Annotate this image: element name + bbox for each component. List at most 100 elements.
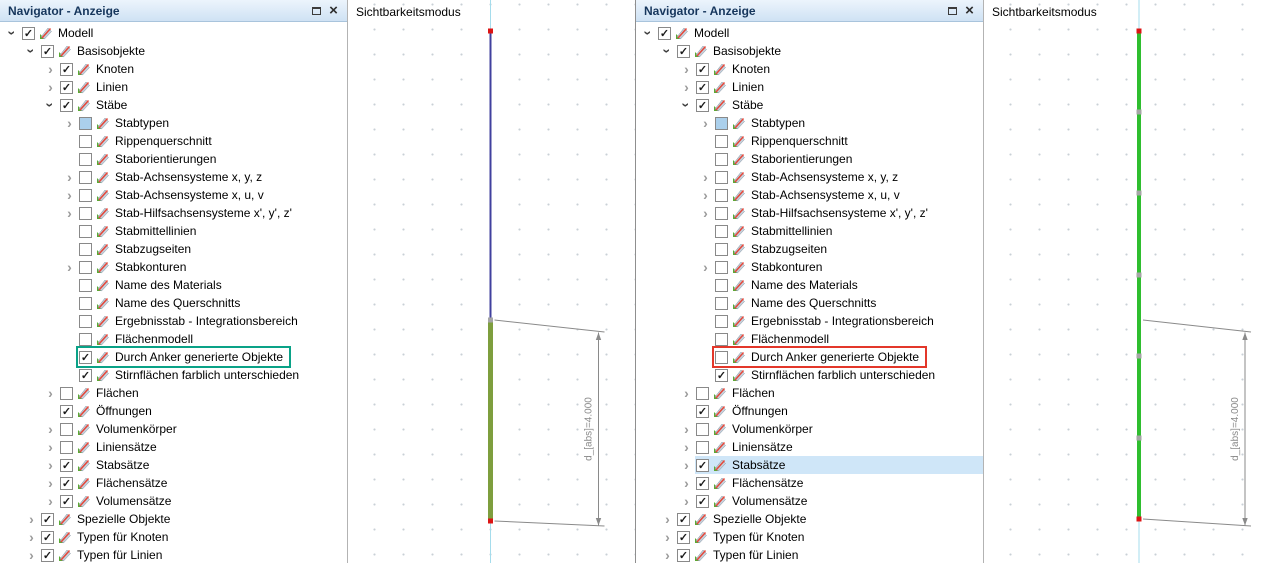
visibility-checkbox[interactable] xyxy=(696,386,709,400)
tree-item-label[interactable]: Typen für Linien xyxy=(713,548,798,562)
junction-node-marker[interactable] xyxy=(488,317,493,323)
expand-chevron-icon[interactable]: › xyxy=(697,187,714,203)
visibility-checkbox[interactable]: ✓ xyxy=(696,494,709,508)
visibility-checkbox[interactable] xyxy=(696,422,709,436)
expand-chevron-icon[interactable]: › xyxy=(23,529,40,545)
tree-item-label[interactable]: Name des Materials xyxy=(115,278,222,292)
visibility-checkbox[interactable] xyxy=(715,188,728,202)
tree-item-label[interactable]: Stabzugseiten xyxy=(115,242,191,256)
tree-item-label[interactable]: Knoten xyxy=(732,62,770,76)
visibility-checkbox[interactable]: ✓ xyxy=(696,80,709,94)
collapse-chevron-icon[interactable]: › xyxy=(679,97,695,114)
tree-item-label[interactable]: Volumenkörper xyxy=(96,422,177,436)
visibility-checkbox[interactable]: ✓ xyxy=(41,44,54,58)
expand-chevron-icon[interactable]: › xyxy=(61,115,78,131)
visibility-checkbox[interactable] xyxy=(79,170,92,184)
tree-item-label[interactable]: Stab-Hilfsachsensysteme x', y', z' xyxy=(115,206,292,220)
expand-chevron-icon[interactable]: › xyxy=(61,187,78,203)
visibility-checkbox[interactable] xyxy=(715,134,728,148)
expand-chevron-icon[interactable]: › xyxy=(61,259,78,275)
visibility-checkbox[interactable] xyxy=(715,296,728,310)
tree-item-label[interactable]: Ergebnisstab - Integrationsbereich xyxy=(115,314,298,328)
visibility-checkbox[interactable]: ✓ xyxy=(60,458,73,472)
visibility-checkbox[interactable] xyxy=(79,224,92,238)
visibility-checkbox[interactable] xyxy=(715,314,728,328)
expand-chevron-icon[interactable]: › xyxy=(678,475,695,491)
tree-item-label[interactable]: Stäbe xyxy=(96,98,127,112)
expand-chevron-icon[interactable]: › xyxy=(678,493,695,509)
visibility-checkbox[interactable] xyxy=(715,152,728,166)
expand-chevron-icon[interactable]: › xyxy=(42,61,59,77)
tree-item-label[interactable]: Stabsätze xyxy=(732,458,785,472)
tree-item-label[interactable]: Spezielle Objekte xyxy=(77,512,170,526)
visibility-checkbox[interactable]: ✓ xyxy=(60,404,73,418)
expand-chevron-icon[interactable]: › xyxy=(23,511,40,527)
expand-chevron-icon[interactable]: › xyxy=(678,385,695,401)
visibility-checkbox[interactable] xyxy=(79,152,92,166)
visibility-checkbox[interactable] xyxy=(79,332,92,346)
close-panel-button[interactable]: × xyxy=(961,3,978,19)
intermediate-node-marker[interactable] xyxy=(1136,109,1142,115)
tree-item-label[interactable]: Stabzugseiten xyxy=(751,242,827,256)
tree-item-label[interactable]: Basisobjekte xyxy=(713,44,781,58)
model-viewport[interactable]: Sichtbarkeitsmodus d_[abs]=4.000 xyxy=(348,0,635,563)
tree-item-label[interactable]: Stabmittellinien xyxy=(751,224,832,238)
tree-item-label[interactable]: Liniensätze xyxy=(96,440,157,454)
tree-item-label[interactable]: Stabtypen xyxy=(115,116,169,130)
collapse-chevron-icon[interactable]: › xyxy=(5,25,21,42)
tree-item-label[interactable]: Volumensätze xyxy=(732,494,807,508)
visibility-checkbox[interactable]: ✓ xyxy=(22,26,35,40)
tree-item-label[interactable]: Volumensätze xyxy=(96,494,171,508)
top-node-marker[interactable] xyxy=(1136,28,1142,34)
expand-chevron-icon[interactable]: › xyxy=(697,115,714,131)
tree-item-label[interactable]: Name des Materials xyxy=(751,278,858,292)
expand-chevron-icon[interactable]: › xyxy=(678,61,695,77)
tree-item-label[interactable]: Knoten xyxy=(96,62,134,76)
visibility-checkbox[interactable]: ✓ xyxy=(60,80,73,94)
expand-chevron-icon[interactable]: › xyxy=(61,169,78,185)
expand-chevron-icon[interactable]: › xyxy=(23,547,40,563)
visibility-checkbox[interactable]: ✓ xyxy=(41,548,54,562)
visibility-checkbox[interactable] xyxy=(79,134,92,148)
expand-chevron-icon[interactable]: › xyxy=(42,475,59,491)
tree-item-label[interactable]: Stabsätze xyxy=(96,458,149,472)
expand-chevron-icon[interactable]: › xyxy=(659,529,676,545)
collapse-chevron-icon[interactable]: › xyxy=(43,97,59,114)
tree-item-label[interactable]: Stab-Achsensysteme x, y, z xyxy=(115,170,262,184)
tree-item-label[interactable]: Stabkonturen xyxy=(751,260,822,274)
tree-item-label[interactable]: Spezielle Objekte xyxy=(713,512,806,526)
close-panel-button[interactable]: × xyxy=(325,3,342,19)
visibility-checkbox[interactable]: ✓ xyxy=(696,404,709,418)
model-viewport[interactable]: Sichtbarkeitsmodus d_[abs]=4.000 xyxy=(984,0,1270,563)
tree-item-label[interactable]: Typen für Knoten xyxy=(713,530,804,544)
visibility-checkbox[interactable] xyxy=(696,440,709,454)
tree-item-label[interactable]: Stirnflächen farblich unterschieden xyxy=(751,368,935,382)
visibility-checkbox[interactable]: ✓ xyxy=(79,368,92,382)
visibility-checkbox[interactable] xyxy=(79,314,92,328)
intermediate-node-marker[interactable] xyxy=(1136,435,1142,441)
tree-item-label[interactable]: Liniensätze xyxy=(732,440,793,454)
bottom-node-marker[interactable] xyxy=(1136,516,1142,522)
visibility-checkbox[interactable] xyxy=(715,170,728,184)
top-node-marker[interactable] xyxy=(488,28,493,34)
visibility-checkbox[interactable]: ✓ xyxy=(60,494,73,508)
collapse-chevron-icon[interactable]: › xyxy=(660,43,676,60)
tree-item-label[interactable]: Stab-Hilfsachsensysteme x', y', z' xyxy=(751,206,928,220)
visibility-checkbox[interactable]: ✓ xyxy=(696,476,709,490)
visibility-checkbox[interactable]: ✓ xyxy=(715,368,728,382)
visibility-checkbox[interactable]: ✓ xyxy=(658,26,671,40)
expand-chevron-icon[interactable]: › xyxy=(659,547,676,563)
expand-chevron-icon[interactable]: › xyxy=(61,205,78,221)
visibility-checkbox[interactable]: ✓ xyxy=(696,62,709,76)
tree-item-label[interactable]: Flächenmodell xyxy=(115,332,193,346)
visibility-checkbox[interactable]: ✓ xyxy=(41,512,54,526)
tree-item-label[interactable]: Basisobjekte xyxy=(77,44,145,58)
expand-chevron-icon[interactable]: › xyxy=(42,457,59,473)
tree-item-label[interactable]: Rippenquerschnitt xyxy=(751,134,848,148)
intermediate-node-marker[interactable] xyxy=(1136,190,1142,196)
tree-item-label[interactable]: Name des Querschnitts xyxy=(115,296,240,310)
visibility-checkbox[interactable] xyxy=(715,242,728,256)
tree-item-label[interactable]: Typen für Linien xyxy=(77,548,162,562)
expand-chevron-icon[interactable]: › xyxy=(659,511,676,527)
tree-item-label[interactable]: Stab-Achsensysteme x, y, z xyxy=(751,170,898,184)
